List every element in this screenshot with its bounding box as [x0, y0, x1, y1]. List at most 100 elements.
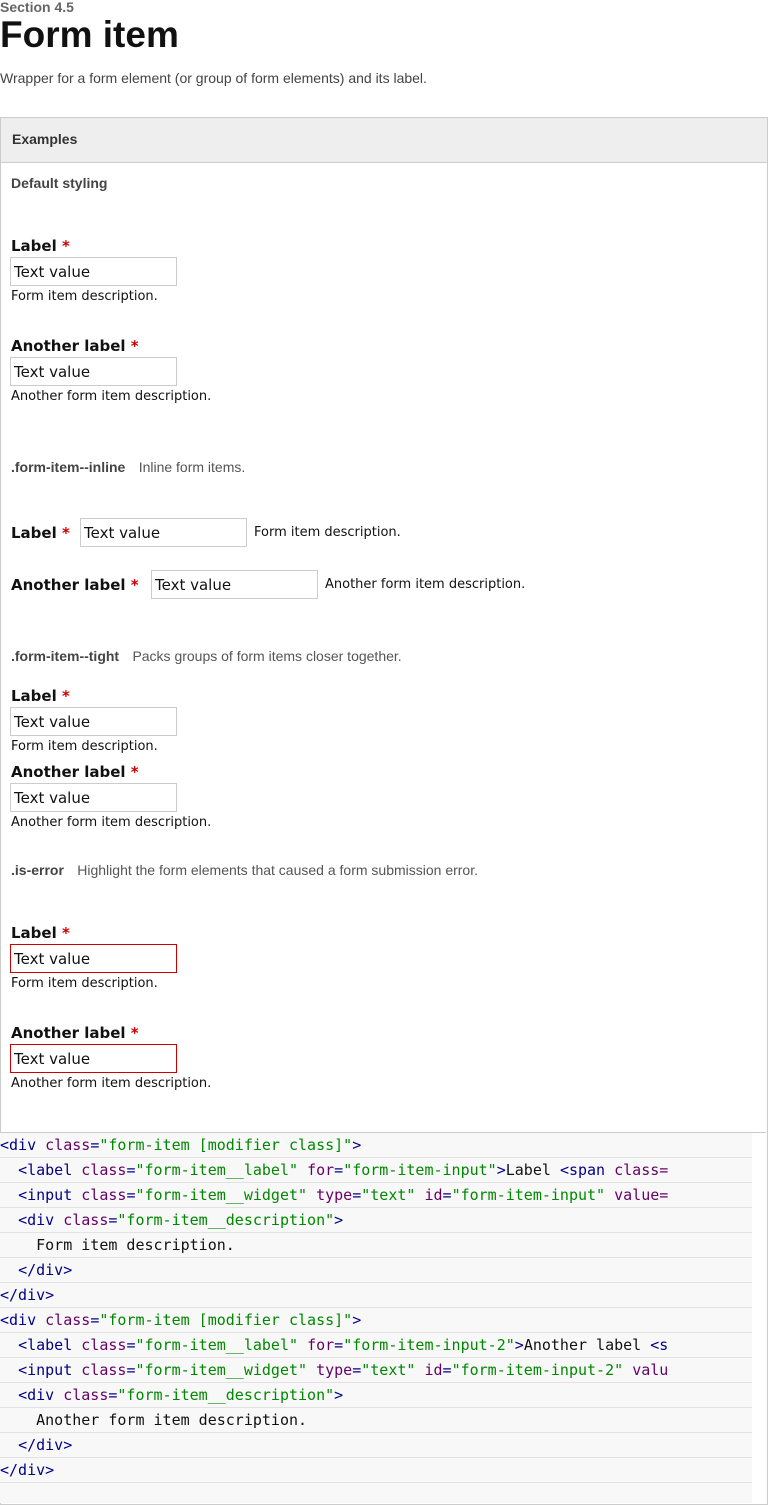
code-line: <label class="form-item__label" for="for…	[0, 1158, 752, 1183]
code-token: class	[81, 1361, 127, 1379]
label-text: Label	[11, 524, 57, 542]
form-item-description: Another form item description.	[325, 577, 526, 592]
section-number: Section 4.5	[0, 0, 74, 15]
modifier-description: Highlight the form elements that caused …	[77, 862, 479, 878]
required-asterisk: *	[61, 687, 70, 705]
required-asterisk: *	[61, 237, 70, 255]
label-text: Label	[11, 687, 57, 705]
form-item-label: Another label *	[11, 576, 139, 594]
code-token: =	[90, 1311, 100, 1329]
code-token: >	[352, 1136, 362, 1154]
form-item-description: Form item description.	[11, 739, 158, 754]
form-item-description: Another form item description.	[11, 1076, 212, 1091]
code-token: class=	[614, 1161, 669, 1179]
modifier-tight-row: .form-item--tight Packs groups of form i…	[11, 648, 402, 666]
form-item-label: Label *	[11, 237, 70, 255]
code-token: <label	[18, 1161, 82, 1179]
code-token: "form-item__description"	[117, 1211, 335, 1229]
code-token: <input	[18, 1361, 82, 1379]
code-token: </div>	[18, 1261, 73, 1279]
required-asterisk: *	[130, 337, 139, 355]
form-item-description: Another form item description.	[11, 389, 212, 404]
code-token: </div>	[0, 1286, 55, 1304]
code-token: "form-item__label"	[135, 1161, 299, 1179]
modifier-description: Packs groups of form items closer togeth…	[132, 648, 402, 664]
code-token: =	[352, 1186, 362, 1204]
required-asterisk: *	[130, 576, 139, 594]
code-token: type	[316, 1361, 353, 1379]
code-token: for	[307, 1161, 335, 1179]
code-token: <label	[18, 1336, 82, 1354]
code-token: =	[334, 1336, 344, 1354]
code-line: <label class="form-item__label" for="for…	[0, 1333, 752, 1358]
text-input[interactable]	[10, 257, 177, 286]
error-text-input[interactable]	[10, 1044, 177, 1073]
code-token: class	[45, 1311, 91, 1329]
form-item-description: Form item description.	[254, 525, 401, 540]
form-item-description: Form item description.	[11, 289, 158, 304]
form-item-label: Another label *	[11, 337, 139, 355]
code-token: "form-item-input-2"	[451, 1361, 624, 1379]
code-token: class	[81, 1161, 127, 1179]
code-token: <div	[18, 1211, 64, 1229]
code-token: <input	[18, 1186, 82, 1204]
modifier-name: .form-item--inline	[11, 459, 126, 475]
code-line: </div>	[0, 1433, 752, 1458]
code-token: <div	[0, 1136, 46, 1154]
required-asterisk: *	[61, 924, 70, 942]
text-input[interactable]	[10, 357, 177, 386]
code-token: valu	[632, 1361, 669, 1379]
code-token: Another label	[523, 1336, 651, 1354]
code-token: =	[334, 1161, 344, 1179]
form-item-label: Label *	[11, 687, 70, 705]
form-item-label: Label *	[11, 924, 70, 942]
label-text: Another label	[11, 576, 126, 594]
form-item-label: Another label *	[11, 1024, 139, 1042]
text-input[interactable]	[151, 570, 318, 599]
code-token: "form-item [modifier class]"	[99, 1311, 353, 1329]
label-text: Another label	[11, 1024, 126, 1042]
text-input[interactable]	[10, 783, 177, 812]
form-item-description: Form item description.	[11, 976, 158, 991]
modifier-name: .is-error	[11, 862, 64, 878]
code-token: for	[307, 1336, 335, 1354]
code-token: id	[424, 1361, 443, 1379]
code-token: "form-item__widget"	[135, 1361, 308, 1379]
page-title: Form item	[0, 14, 179, 55]
code-line: <input class="form-item__widget" type="t…	[0, 1358, 752, 1383]
code-token: Label	[505, 1161, 560, 1179]
text-input[interactable]	[80, 518, 247, 547]
code-token: "text"	[361, 1186, 416, 1204]
label-text: Another label	[11, 337, 126, 355]
code-line	[0, 1483, 752, 1503]
examples-title: Examples	[12, 131, 78, 147]
text-input[interactable]	[10, 707, 177, 736]
code-token: "form-item-input-2"	[343, 1336, 515, 1354]
code-token: </div>	[18, 1436, 73, 1454]
required-asterisk: *	[130, 763, 139, 781]
code-token: =	[442, 1186, 452, 1204]
modifier-name: .form-item--tight	[11, 648, 120, 664]
error-text-input[interactable]	[10, 944, 177, 973]
code-token: class	[81, 1186, 127, 1204]
form-item-description: Another form item description.	[11, 815, 212, 830]
code-token: <s	[650, 1336, 669, 1354]
code-line: <div class="form-item__description">	[0, 1208, 752, 1233]
code-line: Form item description.	[0, 1233, 752, 1258]
code-token: class	[81, 1336, 127, 1354]
code-token: value=	[614, 1186, 669, 1204]
code-line: <div class="form-item__description">	[0, 1383, 752, 1408]
modifier-error-row: .is-error Highlight the form elements th…	[11, 862, 478, 880]
code-token: class	[63, 1386, 109, 1404]
code-token: Form item description.	[0, 1236, 235, 1254]
code-token: type	[316, 1186, 353, 1204]
form-item-label: Another label *	[11, 763, 139, 781]
code-token: =	[352, 1361, 362, 1379]
